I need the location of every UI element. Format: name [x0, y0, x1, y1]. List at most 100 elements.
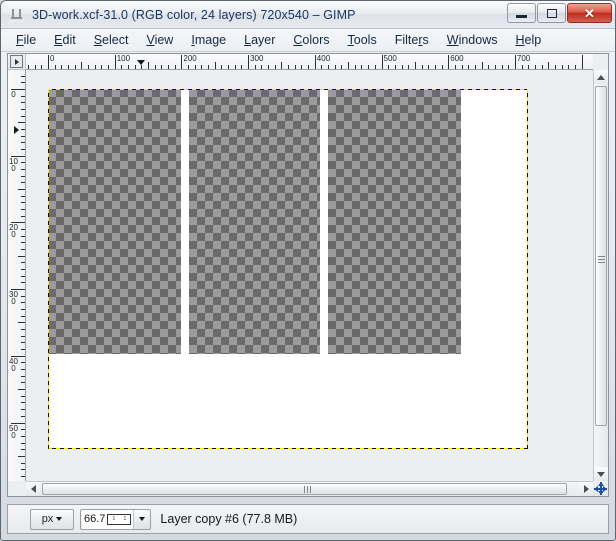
- ruler-tick: [41, 65, 43, 69]
- chevron-left-icon: [30, 485, 36, 493]
- menu-item-file[interactable]: File: [7, 31, 45, 49]
- ruler-tick: [21, 302, 25, 304]
- menu-item-image[interactable]: Image: [182, 31, 235, 49]
- ruler-tick: [281, 62, 283, 69]
- ruler-tick: [448, 55, 450, 69]
- ruler-tick: [488, 65, 490, 69]
- menu-bar: File Edit Select View Image Layer Colors…: [1, 29, 615, 52]
- ruler-label: 400: [316, 54, 331, 63]
- ruler-label: 500: [383, 54, 397, 63]
- ruler-tick: [21, 382, 25, 384]
- zoom-dropdown-button[interactable]: [134, 517, 149, 521]
- ruler-tick: [121, 65, 123, 69]
- ruler-tick: [18, 122, 25, 124]
- window-title: 3D-work.xcf-31.0 (RGB color, 24 layers) …: [32, 7, 356, 22]
- ruler-origin-toggle[interactable]: [8, 54, 26, 70]
- menu-item-view[interactable]: View: [137, 31, 182, 49]
- canvas-boundary-bottom: [48, 448, 528, 449]
- vertical-ruler[interactable]: 0 100 200 300 400 500: [8, 70, 26, 481]
- ruler-tick: [21, 429, 25, 431]
- menu-item-filters[interactable]: Filters: [386, 31, 438, 49]
- zoom-input-value: 66.7: [84, 513, 106, 525]
- ruler-label: 600: [450, 54, 464, 63]
- ruler-tick: [421, 65, 423, 69]
- ruler-tick: [148, 62, 150, 69]
- ruler-tick: [88, 65, 90, 69]
- ruler-label: 100: [9, 156, 18, 173]
- ruler-tick: [574, 65, 576, 69]
- vertical-scroll-thumb[interactable]: [595, 86, 607, 426]
- menu-item-layer[interactable]: Layer: [235, 31, 284, 49]
- scroll-down-button[interactable]: [594, 467, 608, 481]
- chevron-right-icon: [583, 485, 589, 493]
- menu-item-select[interactable]: Select: [85, 31, 138, 49]
- canvas-boundary-right: [527, 89, 528, 449]
- ruler-tick: [468, 65, 470, 69]
- ruler-tick: [361, 65, 363, 69]
- unit-select[interactable]: px: [30, 508, 74, 530]
- image-editor-frame: 0 100 200 300 400 500 600 700 0 100 200 300 400 500: [7, 53, 609, 497]
- status-message: Layer copy #6 (77.8 MB): [160, 512, 298, 526]
- ruler-label: 400: [9, 356, 18, 373]
- ruler-tick: [528, 65, 530, 69]
- minimize-button[interactable]: [507, 3, 536, 23]
- zoom-input[interactable]: 66.7 1 1: [82, 509, 135, 529]
- scroll-right-button[interactable]: [579, 482, 593, 496]
- menu-item-tools[interactable]: Tools: [339, 31, 386, 49]
- layer-panel-left[interactable]: [48, 89, 181, 354]
- ruler-tick: [21, 82, 25, 84]
- ruler-label: 100: [116, 54, 131, 63]
- ruler-tick: [374, 65, 376, 69]
- ruler-tick: [27, 65, 29, 69]
- canvas-viewport[interactable]: [26, 70, 593, 481]
- ruler-tick: [54, 65, 56, 69]
- menu-item-windows[interactable]: Windows: [438, 31, 507, 49]
- menu-item-colors[interactable]: Colors: [284, 31, 338, 49]
- ruler-tick: [428, 65, 430, 69]
- ruler-tick: [21, 195, 25, 197]
- ruler-label: 200: [9, 223, 18, 240]
- ruler-tick: [21, 415, 25, 417]
- ruler-tick: [501, 65, 503, 69]
- ruler-tick: [21, 209, 25, 211]
- ruler-label: 0: [11, 90, 16, 99]
- canvas-boundary-left: [48, 89, 49, 449]
- zoom-ratio-left: 1: [112, 515, 116, 522]
- horizontal-scroll-thumb[interactable]: [42, 483, 567, 495]
- ruler-tick: [21, 235, 25, 237]
- scroll-up-button[interactable]: [594, 70, 608, 84]
- ruler-tick: [21, 335, 25, 337]
- ruler-tick: [74, 65, 76, 69]
- horizontal-scrollbar[interactable]: [26, 481, 593, 496]
- ruler-tick: [561, 65, 563, 69]
- ruler-tick: [21, 95, 25, 97]
- ruler-tick: [108, 65, 110, 69]
- navigation-preview-button[interactable]: [593, 481, 608, 496]
- scroll-grip-icon: [597, 255, 605, 257]
- ruler-tick: [294, 65, 296, 69]
- zoom-ratio-right: 1: [123, 515, 127, 522]
- horizontal-ruler[interactable]: 0 100 200 300 400 500 600 700: [26, 54, 593, 70]
- chevron-down-icon: [56, 517, 63, 521]
- ruler-tick: [401, 65, 403, 69]
- close-button[interactable]: ✕: [567, 3, 612, 23]
- layer-panel-middle[interactable]: [189, 89, 320, 354]
- ruler-tick: [21, 342, 25, 344]
- zoom-select[interactable]: 66.7 1 1: [80, 508, 152, 530]
- vertical-scrollbar[interactable]: [593, 70, 608, 481]
- ruler-tick: [348, 62, 350, 69]
- layer-panel-right[interactable]: [328, 89, 461, 354]
- ruler-tick: [308, 65, 310, 69]
- navigate-icon: [594, 482, 607, 495]
- ruler-tick: [48, 55, 49, 69]
- ruler-tick: [314, 55, 316, 69]
- menu-item-help[interactable]: Help: [506, 31, 550, 49]
- menu-item-edit[interactable]: Edit: [45, 31, 85, 49]
- ruler-tick: [214, 62, 216, 69]
- image-canvas[interactable]: [48, 89, 528, 449]
- ruler-tick: [541, 65, 543, 69]
- maximize-button[interactable]: [537, 3, 566, 23]
- scroll-left-button[interactable]: [26, 482, 40, 496]
- ruler-tick: [21, 469, 25, 471]
- title-bar[interactable]: 3D-work.xcf-31.0 (RGB color, 24 layers) …: [1, 1, 615, 29]
